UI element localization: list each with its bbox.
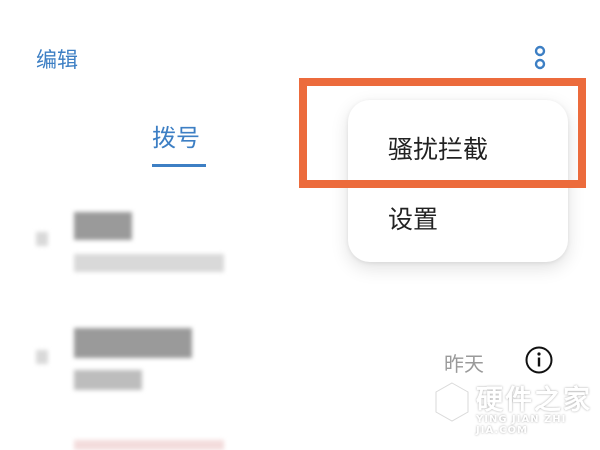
contact-avatar	[36, 232, 48, 246]
contact-name-redacted	[74, 440, 224, 450]
contact-name-redacted	[74, 328, 192, 358]
contact-name-redacted	[74, 212, 132, 240]
watermark-title: 硬件之家	[476, 385, 592, 416]
highlight-annotation	[299, 78, 586, 188]
contact-number-redacted	[74, 254, 224, 272]
menu-item-settings[interactable]: 设置	[388, 200, 438, 236]
watermark-subtitle: YING JIAN ZHI JIA.COM	[476, 414, 567, 436]
more-vertical-icon[interactable]	[530, 42, 550, 72]
tab-dial[interactable]: 拨号	[152, 118, 200, 153]
tab-indicator	[152, 164, 206, 167]
info-icon[interactable]	[524, 345, 554, 375]
contact-avatar	[36, 350, 48, 364]
contact-number-redacted	[74, 370, 142, 390]
cube-logo-icon	[434, 381, 470, 423]
call-time: 昨天	[444, 352, 484, 376]
edit-button[interactable]: 编辑	[36, 44, 78, 74]
